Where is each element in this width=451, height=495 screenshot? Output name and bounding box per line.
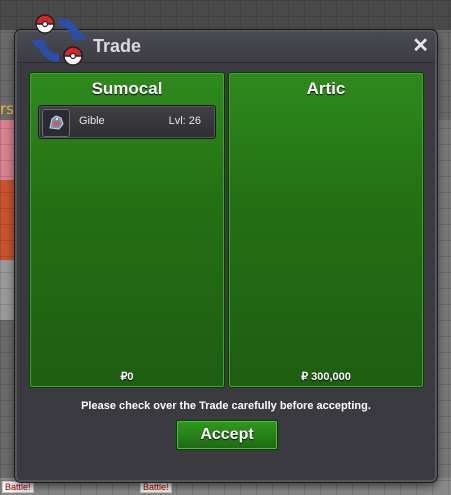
player-name: Artic xyxy=(306,79,346,98)
player-name: Sumocal xyxy=(91,79,163,98)
my-offer-panel: Sumocal Gible Lvl: 26 ₽0 xyxy=(29,72,225,388)
pokemon-level: Lvl: 26 xyxy=(168,115,201,127)
money-offer: ₽ 300,000 xyxy=(301,371,351,383)
money-offer: ₽0 xyxy=(120,371,134,383)
battle-tag[interactable]: Battle! xyxy=(140,481,172,493)
gible-icon xyxy=(42,109,70,137)
battle-tag[interactable]: Battle! xyxy=(2,481,34,493)
trade-notice: Please check over the Trade carefully be… xyxy=(81,400,371,412)
offered-pokemon-slot[interactable]: Gible Lvl: 26 xyxy=(38,105,216,139)
pokemon-name: Gible xyxy=(79,115,105,127)
partner-offer-panel: Artic ₽ 300,000 xyxy=(228,72,424,388)
trade-window: Trade ✕ Sumocal Gible Lvl: 26 ₽0 Artic ₽… xyxy=(15,14,437,482)
accept-button[interactable]: Accept xyxy=(176,420,278,450)
trade-logo-icon xyxy=(31,14,87,66)
close-button[interactable]: ✕ xyxy=(412,35,429,57)
window-title: Trade xyxy=(93,36,142,56)
